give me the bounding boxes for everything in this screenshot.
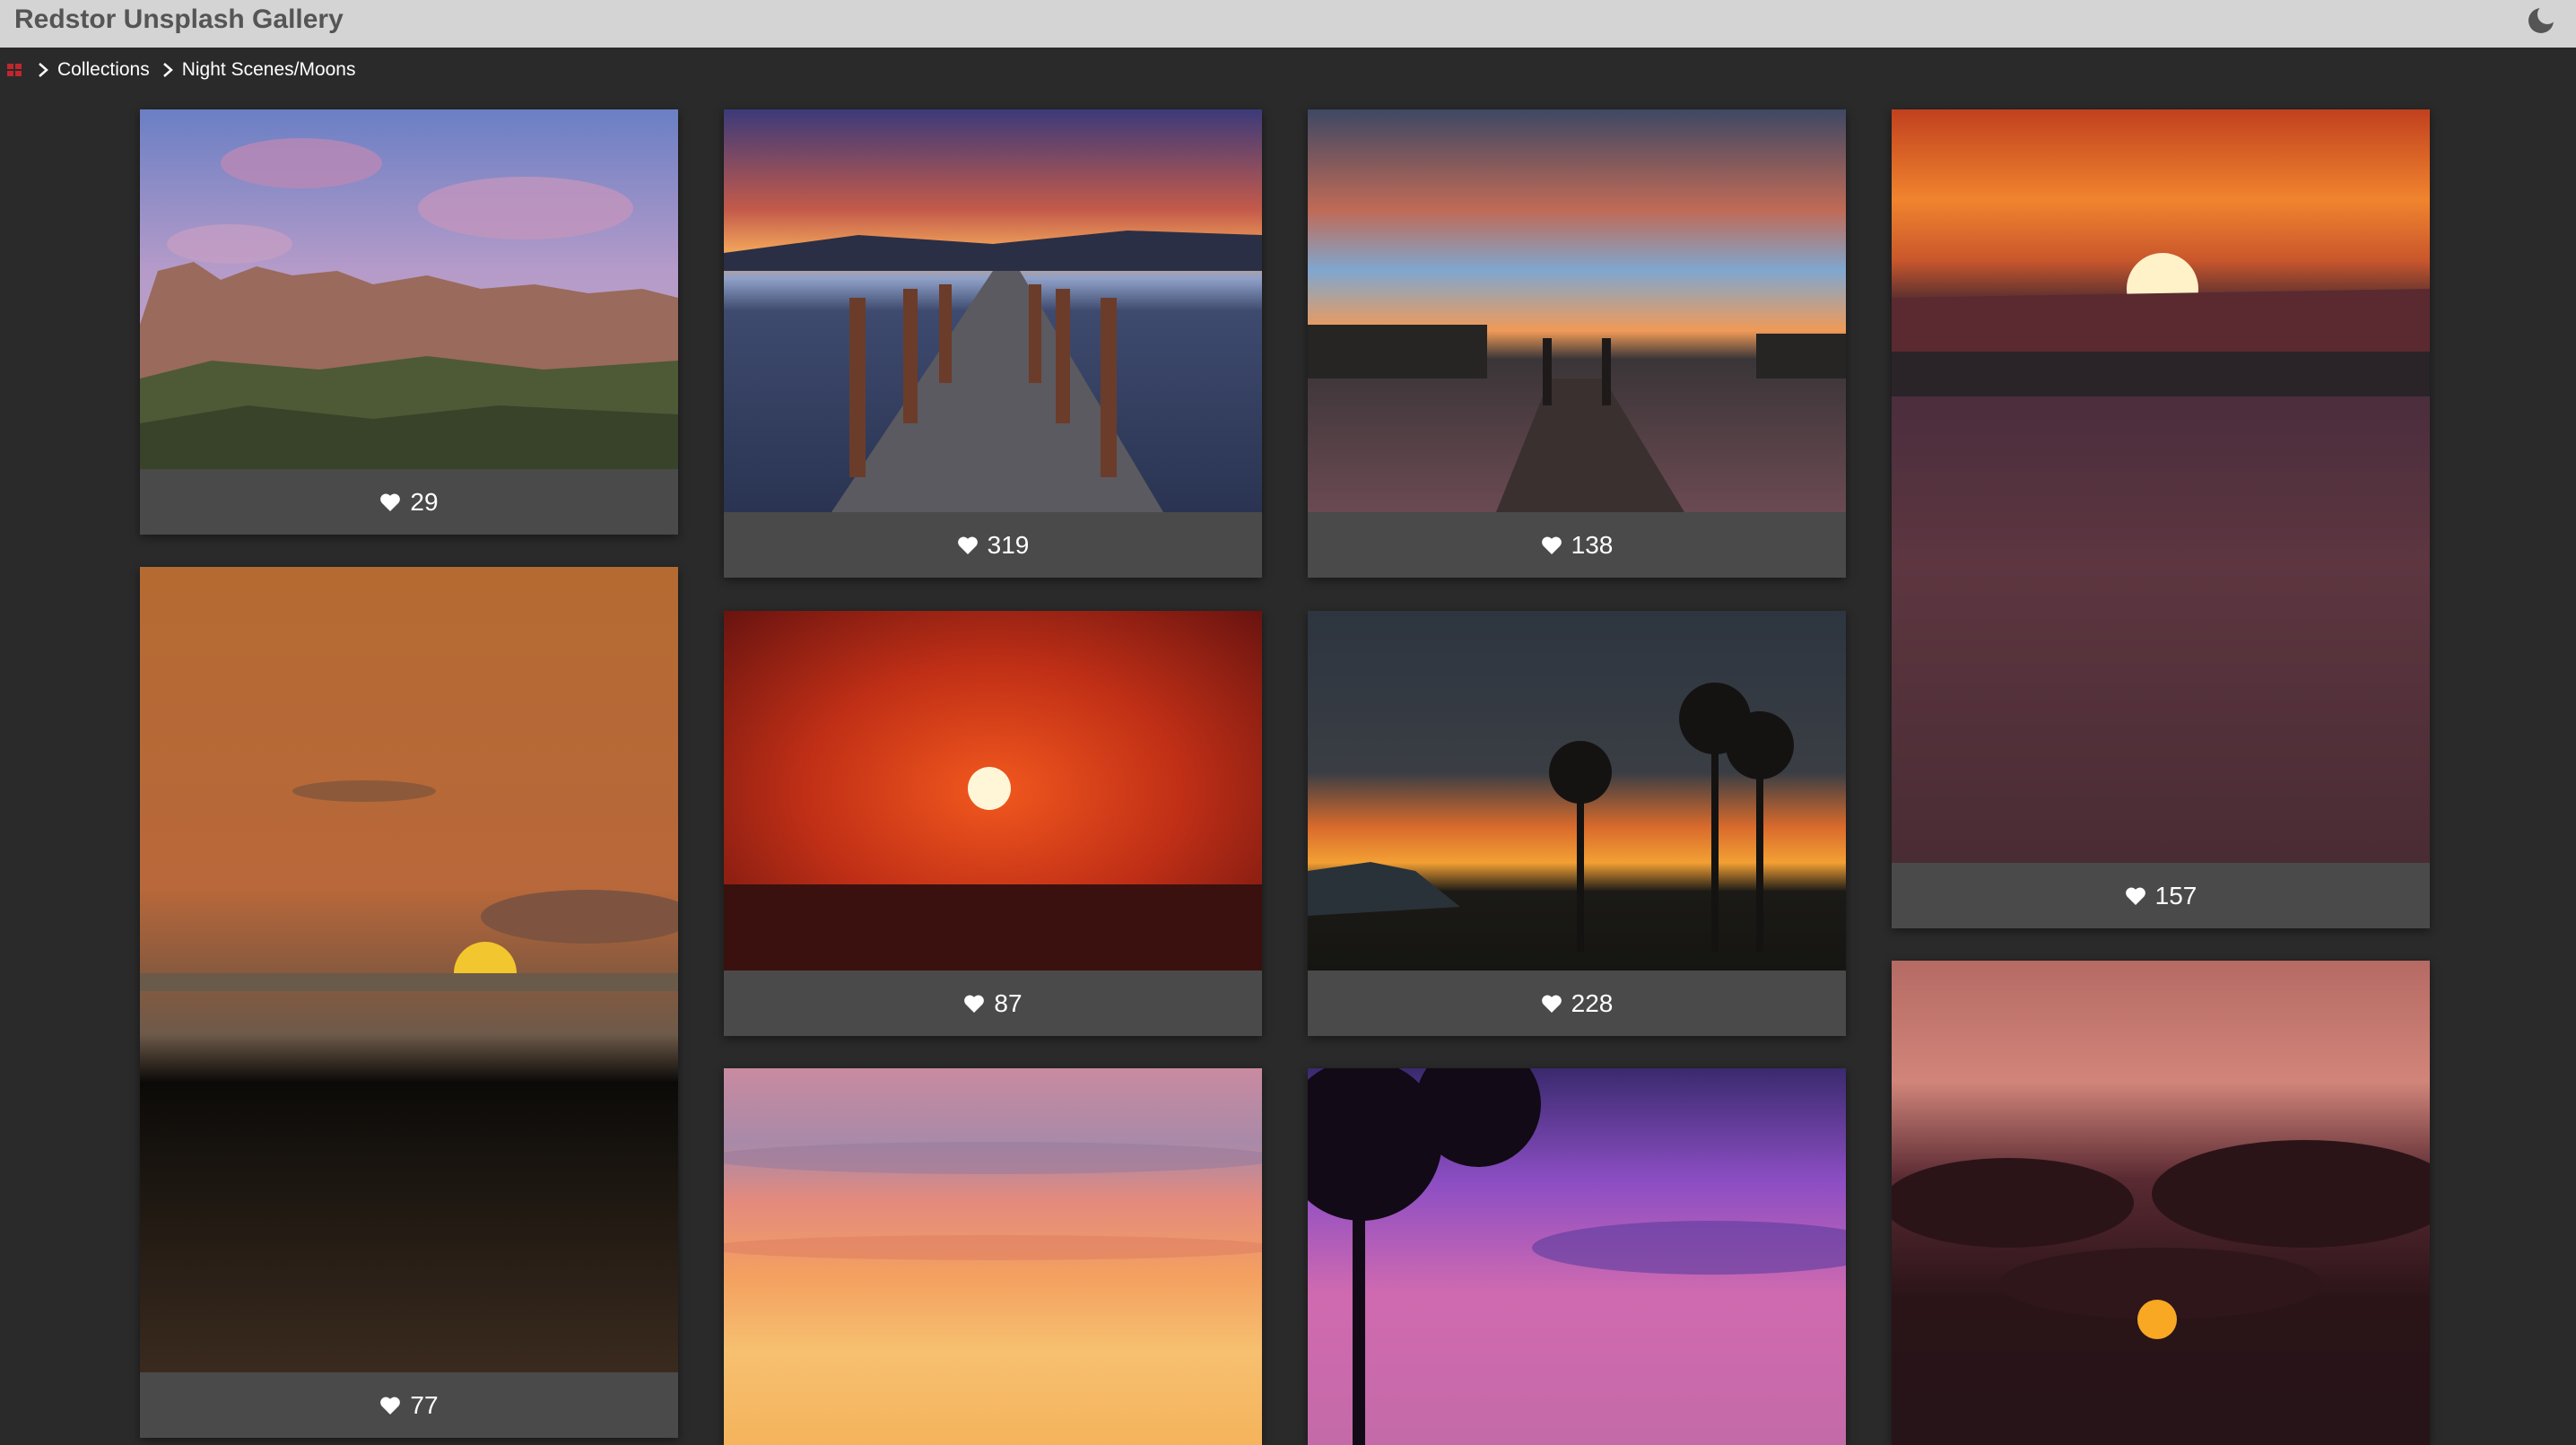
chevron-right-icon: [39, 63, 48, 77]
photo-footer: 319: [724, 512, 1262, 578]
like-count: 29: [410, 487, 439, 516]
breadcrumb: Collections Night Scenes/Moons: [0, 48, 2576, 92]
photo-card[interactable]: 138: [1308, 109, 1846, 578]
home-icon[interactable]: [5, 60, 25, 80]
heart-icon[interactable]: [1541, 994, 1562, 1014]
app-title: Redstor Unsplash Gallery: [14, 4, 344, 34]
chevron-right-icon: [162, 63, 173, 77]
like-count: 87: [994, 988, 1023, 1017]
photo-card[interactable]: [724, 1068, 1262, 1445]
breadcrumb-collections[interactable]: Collections: [57, 59, 150, 81]
like-count: 228: [1571, 988, 1614, 1017]
photo-card[interactable]: [1308, 1068, 1846, 1445]
like-count: 77: [410, 1390, 439, 1419]
photo-card[interactable]: 77: [140, 567, 678, 1438]
photo-image[interactable]: [724, 1068, 1262, 1445]
photo-footer: 87: [724, 971, 1262, 1036]
photo-image[interactable]: [140, 109, 678, 469]
photo-card[interactable]: 228: [1308, 611, 1846, 1036]
photo-image[interactable]: [1308, 1068, 1846, 1445]
heart-icon[interactable]: [963, 994, 985, 1014]
like-count: 319: [987, 530, 1030, 559]
photo-image[interactable]: [1308, 109, 1846, 512]
photo-image[interactable]: [1308, 611, 1846, 971]
photo-image[interactable]: [1892, 109, 2430, 863]
heart-icon[interactable]: [1541, 535, 1562, 555]
photo-image[interactable]: [724, 611, 1262, 971]
heart-icon[interactable]: [379, 1396, 401, 1415]
like-count: 157: [2154, 881, 2197, 910]
photo-footer: 138: [1308, 512, 1846, 578]
photo-footer: 157: [1892, 863, 2430, 928]
photo-image[interactable]: [140, 567, 678, 1372]
photo-card[interactable]: 319: [724, 109, 1262, 578]
heart-icon[interactable]: [2125, 886, 2146, 906]
photo-footer: 29: [140, 469, 678, 535]
moon-icon[interactable]: [2526, 5, 2556, 36]
top-bar: Redstor Unsplash Gallery: [0, 0, 2576, 48]
photo-image[interactable]: [1892, 961, 2430, 1445]
photo-card[interactable]: 87: [724, 611, 1262, 1036]
photo-footer: 77: [140, 1372, 678, 1438]
photo-card[interactable]: 29: [140, 109, 678, 535]
photo-card[interactable]: [1892, 961, 2430, 1445]
heart-icon[interactable]: [957, 535, 979, 555]
photo-footer: 228: [1308, 971, 1846, 1036]
heart-icon[interactable]: [379, 492, 401, 512]
photo-image[interactable]: [724, 109, 1262, 512]
breadcrumb-current: Night Scenes/Moons: [181, 59, 356, 80]
like-count: 138: [1571, 530, 1614, 559]
photo-card[interactable]: 157: [1892, 109, 2430, 928]
